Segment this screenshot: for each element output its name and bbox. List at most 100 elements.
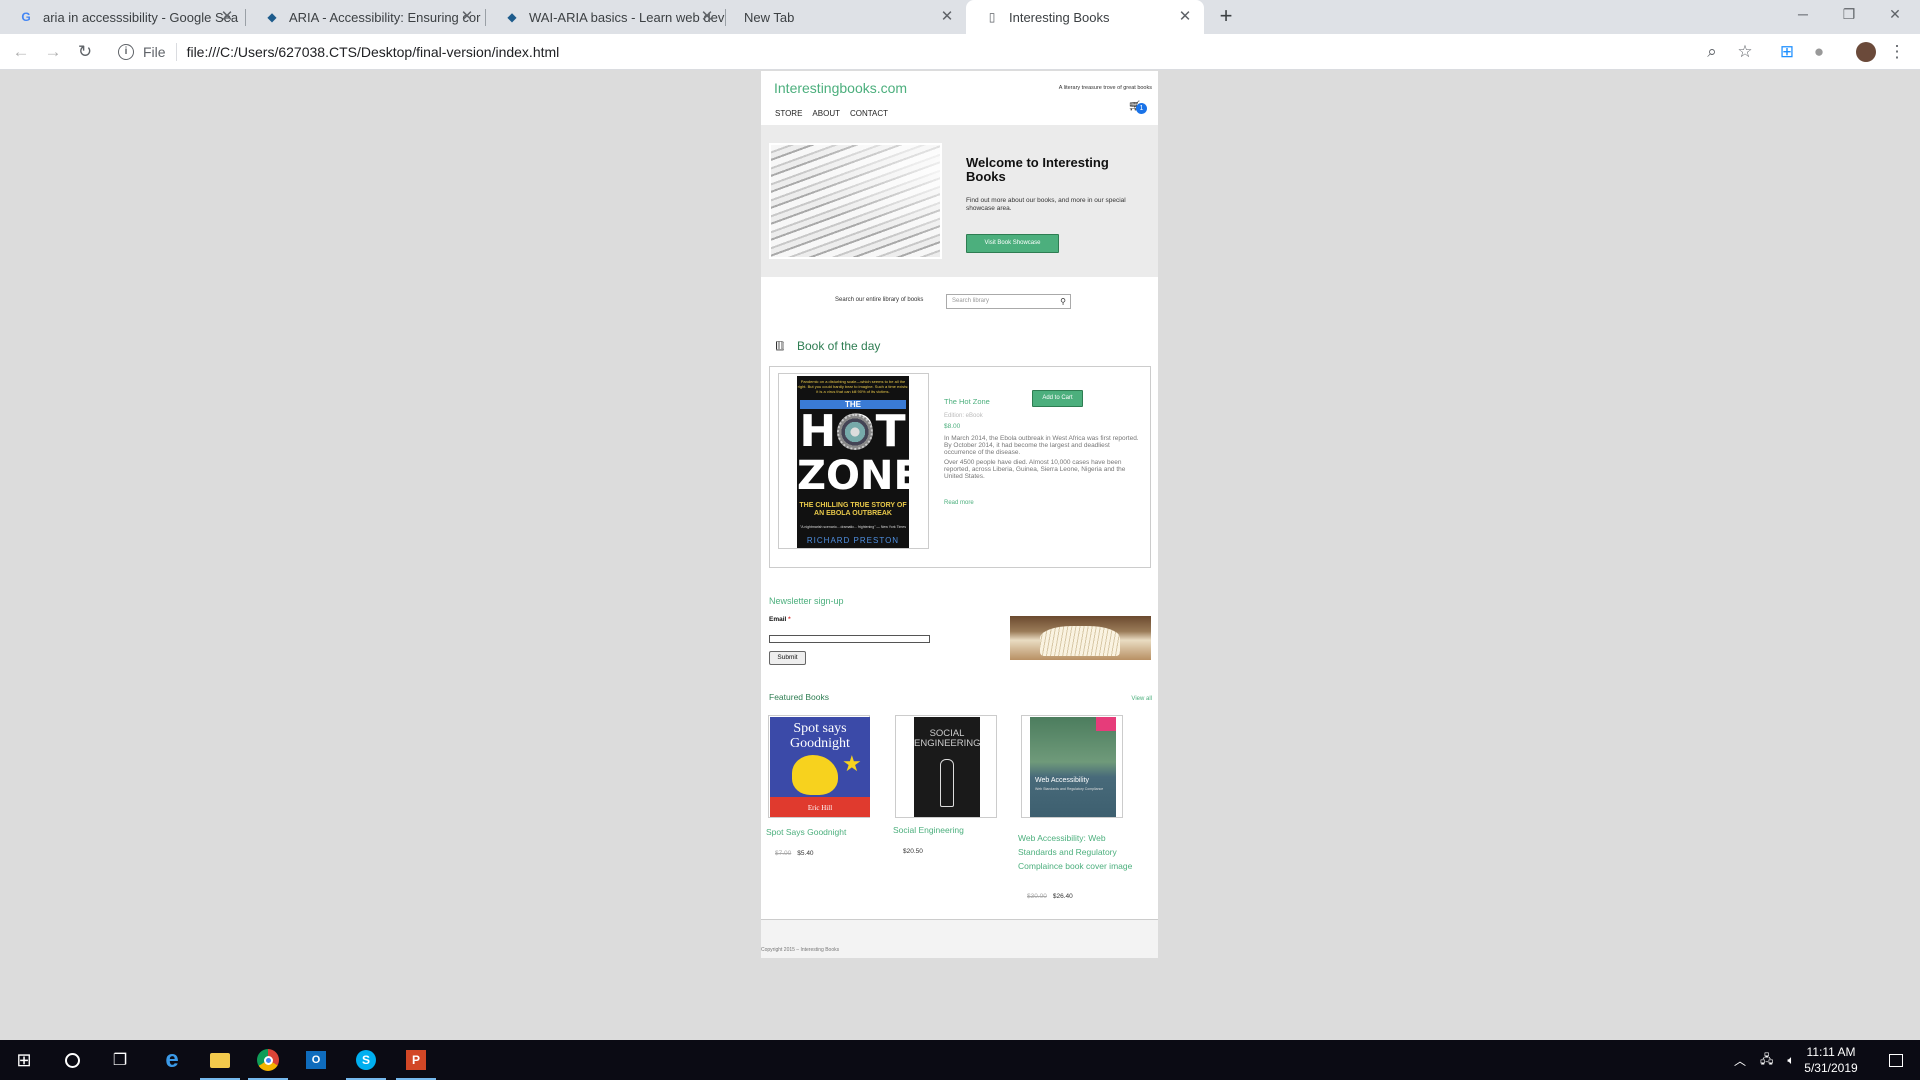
outlook-taskbar-button[interactable]: O	[292, 1040, 340, 1080]
windows-extension-icon[interactable]: ⊞	[1776, 41, 1798, 63]
task-view-button[interactable]: ❐	[96, 1040, 144, 1080]
featured-book-cover[interactable]: Spot says Goodnight ★ Eric Hill	[768, 715, 870, 818]
book-price: $8.00	[944, 423, 961, 430]
search-placeholder: Search library	[952, 298, 990, 304]
hero-title: Welcome to Interesting Books	[966, 155, 1109, 184]
volume-icon[interactable]: 🔈︎	[1787, 1053, 1794, 1068]
site-logo[interactable]: Interestingbooks.com	[774, 80, 907, 96]
add-to-cart-button[interactable]: Add to Cart	[1032, 390, 1083, 407]
hero-text: Find out more about our books, and more …	[966, 197, 1126, 212]
chevron-up-icon[interactable]: ︿	[1734, 1052, 1746, 1069]
network-icon[interactable]: 🖧︎	[1760, 1050, 1773, 1071]
windows-logo-icon: ⊞	[16, 1049, 32, 1070]
close-tab-icon[interactable]: ✕	[698, 8, 716, 26]
tab-wai-aria-basics[interactable]: ◆ WAI-ARIA basics - Learn web dev ✕	[486, 0, 726, 34]
cover-title-zone: ZONE	[797, 453, 909, 499]
close-tab-icon[interactable]: ✕	[218, 8, 236, 26]
start-button[interactable]: ⊞	[0, 1040, 48, 1080]
extension-icon[interactable]: ●	[1808, 41, 1830, 63]
chrome-icon	[257, 1049, 279, 1071]
hero-image	[769, 143, 942, 259]
menu-icon[interactable]: ⋮	[1886, 41, 1908, 63]
info-icon[interactable]: i	[118, 44, 134, 60]
current-price: $5.40	[797, 850, 814, 857]
site-tagline: A literary treasure trove of great books	[1058, 85, 1152, 91]
view-all-link[interactable]: View all	[1131, 696, 1152, 702]
clock[interactable]: 11:11 AM 5/31/2019	[1796, 1044, 1866, 1076]
book-description: In March 2014, the Ebola outbreak in Wes…	[944, 435, 1142, 480]
book-title-link[interactable]: The Hot Zone	[944, 397, 990, 406]
restore-icon[interactable]: ❐	[1826, 0, 1872, 30]
featured-book-name[interactable]: Web Accessibility: Web Standards and Reg…	[1018, 831, 1138, 873]
forward-icon[interactable]: →	[42, 41, 64, 63]
nav-about[interactable]: ABOUT	[812, 109, 840, 118]
current-price: $20.50	[903, 848, 923, 855]
cover-quote: "A nightmarish scenario... dramatic... f…	[800, 525, 906, 529]
read-more-link[interactable]: Read more	[944, 500, 974, 506]
tab-title: Interesting Books	[1009, 9, 1110, 25]
tab-google-search[interactable]: G aria in accesssibility - Google Sea ✕	[0, 0, 246, 34]
featured-book-name[interactable]: Social Engineering	[893, 823, 1003, 837]
cart-count-badge: 1	[1136, 103, 1147, 114]
mdn-icon: ◆	[507, 10, 517, 24]
current-price: $26.40	[1052, 893, 1073, 900]
reload-icon[interactable]: ↻	[74, 41, 96, 63]
file-explorer-taskbar-button[interactable]	[196, 1040, 244, 1080]
featured-book-cover[interactable]: SOCIAL ENGINEERING	[895, 715, 997, 818]
cover-author: RICHARD PRESTON	[806, 536, 900, 545]
wa-cover-subtitle: Web Standards and Regulatory Compliance	[1035, 787, 1104, 791]
visit-showcase-button[interactable]: Visit Book Showcase	[966, 234, 1059, 253]
minimize-icon[interactable]: ─	[1780, 0, 1826, 30]
skeleton-illustration	[940, 759, 954, 807]
search-button[interactable]	[48, 1040, 96, 1080]
tab-title: WAI-ARIA basics - Learn web dev	[529, 9, 725, 25]
social-engineering-cover-art: SOCIAL ENGINEERING	[914, 717, 981, 817]
old-price: $7.00	[775, 850, 792, 857]
tab-title: ARIA - Accessibility: Ensuring cor	[289, 9, 481, 25]
wa-cover-title: Web Accessibility	[1035, 777, 1089, 784]
spot-cover-author: Eric Hill	[807, 804, 833, 812]
tab-aria-accessibility[interactable]: ◆ ARIA - Accessibility: Ensuring cor ✕	[246, 0, 486, 34]
powerpoint-icon: P	[406, 1050, 426, 1070]
footer-copyright: Copyright 2015 – Interesting Books	[761, 947, 840, 953]
chrome-taskbar-button[interactable]	[244, 1040, 292, 1080]
hot-zone-cover[interactable]: Pandemic on a disturbing scale—which see…	[778, 373, 929, 549]
tab-interesting-books[interactable]: ▯ Interesting Books ✕	[966, 0, 1204, 34]
webpage: Interestingbooks.com A literary treasure…	[761, 71, 1158, 958]
back-icon[interactable]: ←	[10, 41, 32, 63]
search-icon[interactable]: ⚲	[1060, 297, 1066, 306]
close-tab-icon[interactable]: ✕	[458, 8, 476, 26]
book-of-the-day-heading: Book of the day	[797, 339, 881, 353]
action-center-button[interactable]	[1872, 1040, 1920, 1080]
tab-strip: G aria in accesssibility - Google Sea ✕ …	[0, 0, 1920, 34]
avatar[interactable]	[1856, 42, 1876, 62]
tab-new-tab[interactable]: New Tab ✕	[726, 0, 966, 34]
cover-subtitle: THE CHILLING TRUE STORY OF AN EBOLA OUTB…	[799, 502, 907, 517]
skype-taskbar-button[interactable]: S	[342, 1040, 390, 1080]
edge-taskbar-button[interactable]: e	[148, 1040, 196, 1080]
desc-paragraph-1: In March 2014, the Ebola outbreak in Wes…	[944, 435, 1139, 456]
spot-cover-title: Spot says Goodnight	[790, 721, 850, 751]
close-window-icon[interactable]: ✕	[1872, 0, 1918, 30]
url-text[interactable]: file:///C:/Users/627038.CTS/Desktop/fina…	[187, 44, 560, 60]
powerpoint-taskbar-button[interactable]: P	[392, 1040, 440, 1080]
submit-button[interactable]: Submit	[769, 651, 806, 665]
tab-title: New Tab	[744, 9, 795, 25]
system-tray: ︿ 🖧︎ 🔈︎	[1734, 1040, 1795, 1080]
close-tab-icon[interactable]: ✕	[938, 8, 956, 26]
zoom-icon[interactable]: ⌕	[1701, 41, 1723, 63]
featured-book-name[interactable]: Spot Says Goodnight	[766, 825, 876, 839]
bookmark-star-icon[interactable]: ☆	[1734, 41, 1756, 63]
hero-banner: Welcome to Interesting Books Find out mo…	[761, 125, 1158, 277]
email-field[interactable]	[769, 635, 930, 643]
close-tab-icon[interactable]: ✕	[1176, 8, 1194, 26]
featured-book-cover[interactable]: Web Accessibility Web Standards and Regu…	[1021, 715, 1123, 818]
spot-cover-art: Spot says Goodnight ★ Eric Hill	[770, 717, 870, 817]
search-input[interactable]: Search library ⚲	[946, 294, 1071, 309]
nav-store[interactable]: STORE	[775, 109, 802, 118]
featured-books-heading: Featured Books	[769, 692, 830, 702]
cart-button[interactable]: 🛒︎ 1	[1128, 101, 1147, 115]
address-bar[interactable]: i File file:///C:/Users/627038.CTS/Deskt…	[110, 38, 1775, 66]
nav-contact[interactable]: CONTACT	[850, 109, 888, 118]
new-tab-icon[interactable]: +	[1213, 4, 1239, 30]
